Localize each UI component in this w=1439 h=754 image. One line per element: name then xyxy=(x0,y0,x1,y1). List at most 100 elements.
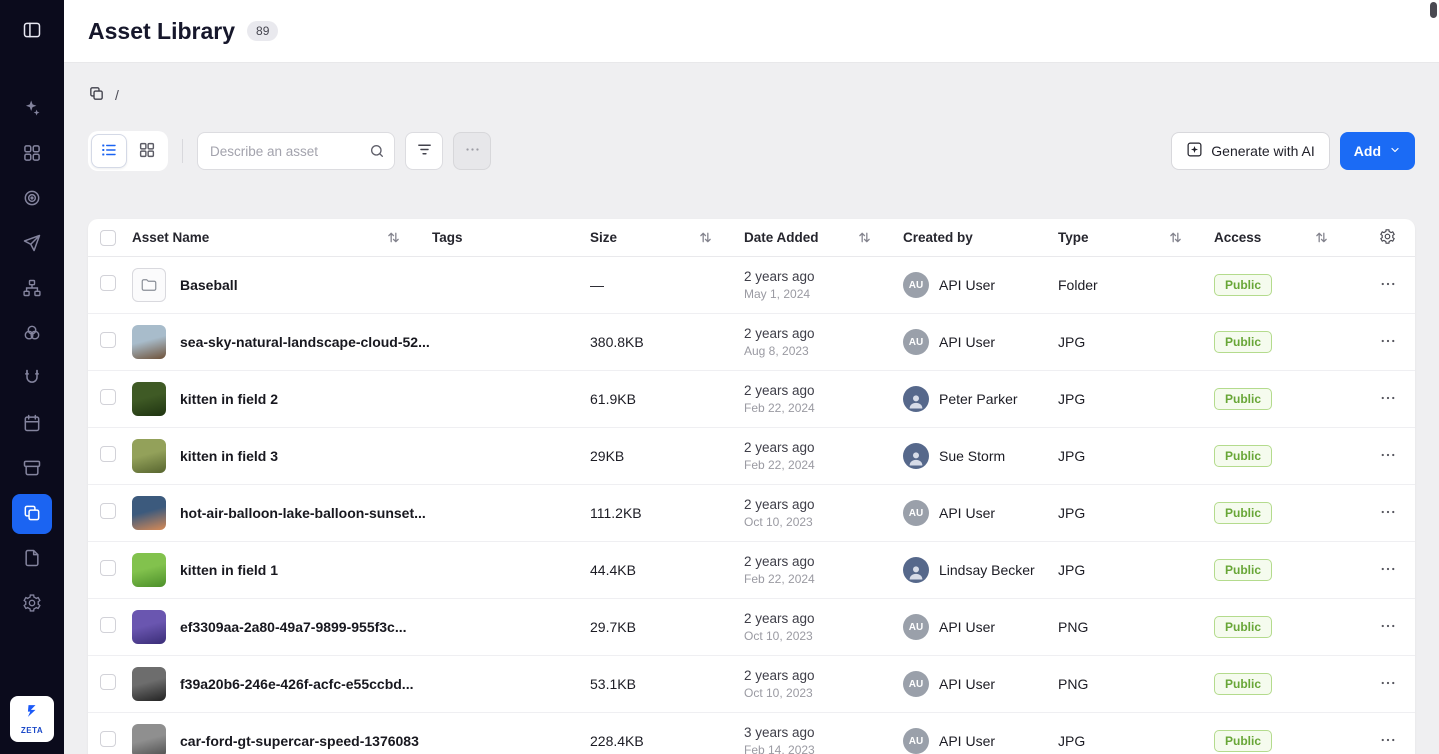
row-checkbox[interactable] xyxy=(100,560,116,576)
table-row[interactable]: kitten in field 2 61.9KB 2 years ago Feb… xyxy=(88,371,1415,428)
table-row[interactable]: kitten in field 1 44.4KB 2 years ago Feb… xyxy=(88,542,1415,599)
row-checkbox[interactable] xyxy=(100,446,116,462)
asset-name[interactable]: car-ford-gt-supercar-speed-1376083 xyxy=(180,733,419,749)
row-actions-button[interactable] xyxy=(1379,389,1397,410)
sidebar-nav xyxy=(12,63,52,696)
row-actions-button[interactable] xyxy=(1379,332,1397,353)
grid-view-button[interactable] xyxy=(129,134,165,168)
sort-icon[interactable] xyxy=(699,231,712,244)
sidebar-item-storage[interactable] xyxy=(12,449,52,489)
date-relative: 2 years ago xyxy=(744,554,903,569)
row-actions-button[interactable] xyxy=(1379,446,1397,467)
sidebar-item-journeys[interactable] xyxy=(12,269,52,309)
avatar: AU xyxy=(903,329,929,355)
avatar: AU xyxy=(903,614,929,640)
generate-ai-icon xyxy=(1186,141,1203,161)
sort-icon[interactable] xyxy=(1315,231,1328,244)
asset-name[interactable]: kitten in field 3 xyxy=(180,448,278,464)
sidebar-item-acquisition[interactable] xyxy=(12,359,52,399)
table-row[interactable]: kitten in field 3 29KB 2 years ago Feb 2… xyxy=(88,428,1415,485)
column-header-access[interactable]: Access xyxy=(1214,230,1360,245)
column-header-created-by[interactable]: Created by xyxy=(903,230,1058,245)
scrollbar-thumb[interactable] xyxy=(1430,2,1437,18)
table-row[interactable]: hot-air-balloon-lake-balloon-sunset... 1… xyxy=(88,485,1415,542)
table-row[interactable]: ef3309aa-2a80-49a7-9899-955f3c... 29.7KB… xyxy=(88,599,1415,656)
sidebar-item-settings[interactable] xyxy=(12,584,52,624)
list-view-button[interactable] xyxy=(91,134,127,168)
page-title: Asset Library xyxy=(88,18,235,45)
row-actions-button[interactable] xyxy=(1379,560,1397,581)
asset-name[interactable]: f39a20b6-246e-426f-acfc-e55ccbd... xyxy=(180,676,413,692)
access-badge: Public xyxy=(1214,502,1272,524)
creator-name: API User xyxy=(939,619,995,635)
filter-icon xyxy=(416,141,433,161)
column-header-size[interactable]: Size xyxy=(590,230,744,245)
table-row[interactable]: f39a20b6-246e-426f-acfc-e55ccbd... 53.1K… xyxy=(88,656,1415,713)
app-root: ZETA Asset Library 89 / xyxy=(0,0,1439,754)
column-label: Date Added xyxy=(744,230,819,245)
table-row[interactable]: sea-sky-natural-landscape-cloud-52... 38… xyxy=(88,314,1415,371)
row-actions-button[interactable] xyxy=(1379,275,1397,296)
sidebar-item-segments[interactable] xyxy=(12,314,52,354)
row-checkbox[interactable] xyxy=(100,275,116,291)
row-checkbox[interactable] xyxy=(100,731,116,747)
asset-count-badge: 89 xyxy=(247,21,278,41)
row-actions-button[interactable] xyxy=(1379,617,1397,638)
asset-name[interactable]: kitten in field 2 xyxy=(180,391,278,407)
date-added-cell: 3 years ago Feb 14, 2023 xyxy=(744,725,903,754)
date-added-cell: 2 years ago Oct 10, 2023 xyxy=(744,668,903,700)
row-checkbox[interactable] xyxy=(100,503,116,519)
table-row[interactable]: Baseball — 2 years ago May 1, 2024 AU AP… xyxy=(88,257,1415,314)
creator-name: Peter Parker xyxy=(939,391,1018,407)
sort-icon[interactable] xyxy=(387,231,400,244)
asset-type: JPG xyxy=(1058,505,1214,521)
date-absolute: Oct 10, 2023 xyxy=(744,686,903,700)
sort-icon[interactable] xyxy=(858,231,871,244)
table-row[interactable]: car-ford-gt-supercar-speed-1376083 228.4… xyxy=(88,713,1415,754)
sidebar-item-dashboard[interactable] xyxy=(12,134,52,174)
table-settings-button[interactable] xyxy=(1379,228,1396,248)
sidebar-item-targeting[interactable] xyxy=(12,179,52,219)
column-header-tags[interactable]: Tags xyxy=(432,230,590,245)
asset-name[interactable]: hot-air-balloon-lake-balloon-sunset... xyxy=(180,505,426,521)
row-checkbox[interactable] xyxy=(100,332,116,348)
sidebar-item-documents[interactable] xyxy=(12,539,52,579)
sort-icon[interactable] xyxy=(1169,231,1182,244)
date-relative: 2 years ago xyxy=(744,497,903,512)
row-checkbox[interactable] xyxy=(100,617,116,633)
row-checkbox[interactable] xyxy=(100,389,116,405)
date-added-cell: 2 years ago Oct 10, 2023 xyxy=(744,497,903,529)
creator-name: Lindsay Becker xyxy=(939,562,1035,578)
asset-name[interactable]: sea-sky-natural-landscape-cloud-52... xyxy=(180,334,430,350)
search-input[interactable] xyxy=(197,132,395,170)
asset-name[interactable]: ef3309aa-2a80-49a7-9899-955f3c... xyxy=(180,619,407,635)
row-checkbox[interactable] xyxy=(100,674,116,690)
column-header-asset-name[interactable]: Asset Name xyxy=(132,230,432,245)
date-absolute: Feb 22, 2024 xyxy=(744,458,903,472)
row-actions-button[interactable] xyxy=(1379,731,1397,752)
sidebar-item-campaigns[interactable] xyxy=(12,224,52,264)
avatar xyxy=(903,557,929,583)
row-actions-button[interactable] xyxy=(1379,674,1397,695)
sidebar-item-ai[interactable] xyxy=(12,89,52,129)
date-relative: 3 years ago xyxy=(744,725,903,740)
select-all-checkbox[interactable] xyxy=(100,230,116,246)
asset-name[interactable]: Baseball xyxy=(180,277,238,293)
content-area: / xyxy=(64,63,1439,754)
sidebar-item-assets[interactable] xyxy=(12,494,52,534)
asset-size: 380.8KB xyxy=(590,334,744,350)
column-header-type[interactable]: Type xyxy=(1058,230,1214,245)
filter-button[interactable] xyxy=(405,132,443,170)
add-button[interactable]: Add xyxy=(1340,132,1415,170)
asset-name[interactable]: kitten in field 1 xyxy=(180,562,278,578)
collapse-sidebar-button[interactable] xyxy=(14,14,50,50)
ellipsis-icon xyxy=(1379,446,1397,467)
column-header-date-added[interactable]: Date Added xyxy=(744,230,903,245)
generate-with-ai-button[interactable]: Generate with AI xyxy=(1171,132,1330,170)
row-actions-button[interactable] xyxy=(1379,503,1397,524)
view-toggle xyxy=(88,131,168,171)
breadcrumb-root-button[interactable] xyxy=(88,85,105,105)
date-absolute: Oct 10, 2023 xyxy=(744,515,903,529)
more-options-button[interactable] xyxy=(453,132,491,170)
sidebar-item-calendar[interactable] xyxy=(12,404,52,444)
